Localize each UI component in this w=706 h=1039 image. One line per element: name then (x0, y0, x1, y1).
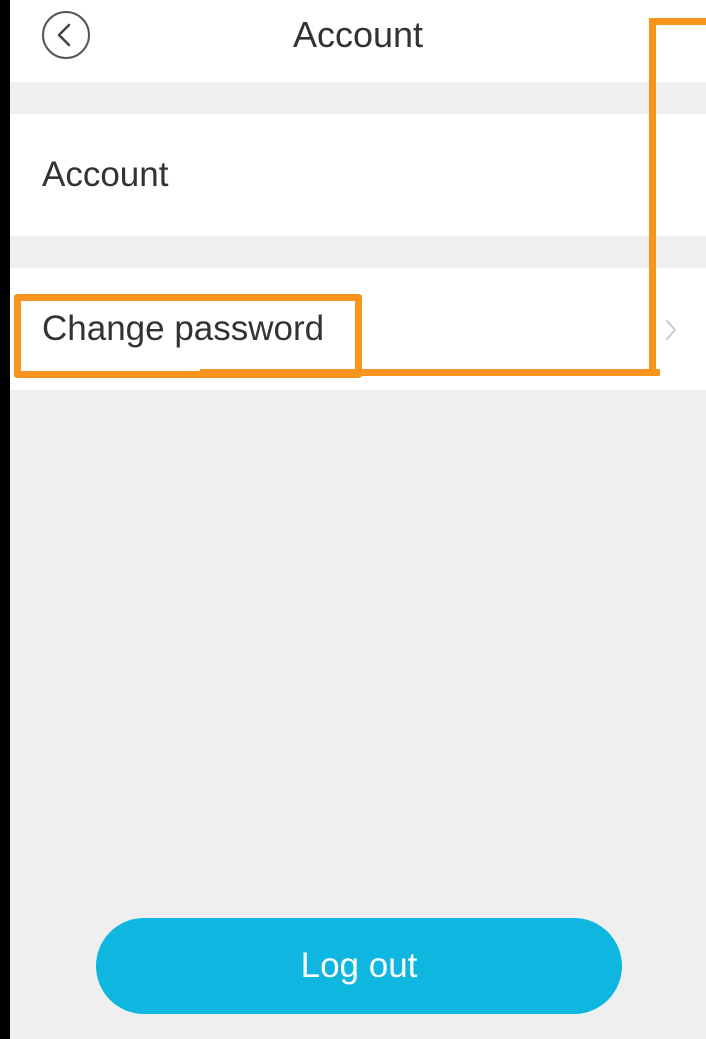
callout-line (200, 369, 660, 376)
list-item-label: Account (42, 155, 169, 194)
highlight-annotation-box (14, 294, 362, 378)
nav-bar: Account (10, 0, 706, 82)
callout-line (649, 18, 656, 376)
callout-line (649, 18, 706, 25)
account-screen: Account Account Change password Log out (10, 0, 706, 1039)
chevron-right-icon (666, 320, 676, 340)
list-item-account[interactable]: Account (10, 114, 706, 236)
page-title: Account (292, 14, 424, 55)
logout-button[interactable]: Log out (96, 918, 622, 1014)
